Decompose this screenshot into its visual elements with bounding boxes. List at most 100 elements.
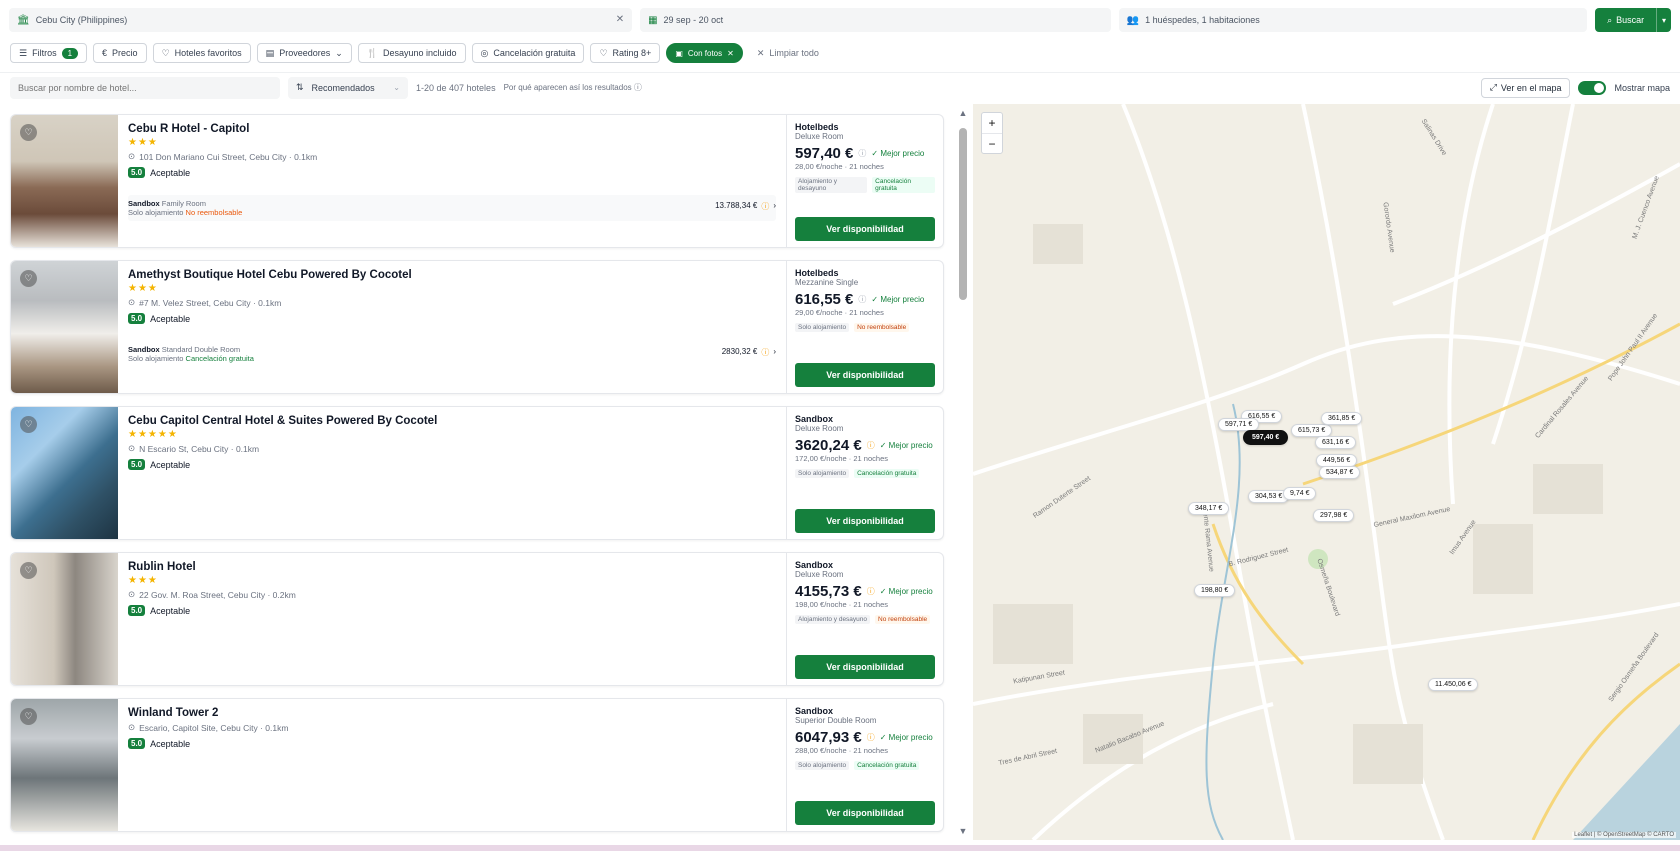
- why-results-link[interactable]: Por qué aparecen así los resultados ⓘ: [504, 82, 642, 93]
- location-pin-icon: ⊙: [128, 151, 136, 161]
- clear-all-label: Limpiar todo: [769, 48, 819, 58]
- hotel-photo[interactable]: ♡: [11, 553, 118, 685]
- hotel-name-search-input[interactable]: [10, 76, 280, 99]
- alt-room: Standard Double Room: [161, 345, 241, 354]
- hotel-photo[interactable]: ♡: [11, 261, 118, 393]
- location-pin-icon: ⊙: [128, 589, 136, 599]
- alternative-offer[interactable]: Sandbox Family Room Solo alojamiento No …: [128, 195, 776, 221]
- filters-button[interactable]: ☰ Filtros 1: [10, 43, 88, 63]
- favorites-filter-label: Hoteles favoritos: [174, 48, 242, 58]
- check-availability-button[interactable]: Ver disponibilidad: [795, 363, 935, 387]
- alternative-offer[interactable]: Sandbox Standard Double Room Solo alojam…: [128, 341, 776, 367]
- destination-value: Cebu City (Philippines): [35, 15, 128, 25]
- free-cancel-filter[interactable]: ◎ Cancelación gratuita: [471, 43, 585, 63]
- sort-icon: ⇅: [296, 82, 304, 92]
- hotel-name[interactable]: Cebu Capitol Central Hotel & Suites Powe…: [128, 415, 776, 427]
- clear-destination-icon[interactable]: ✕: [616, 14, 624, 25]
- check-availability-button[interactable]: Ver disponibilidad: [795, 217, 935, 241]
- with-photos-filter[interactable]: ▣ Con fotos ✕: [666, 43, 743, 63]
- providers-filter[interactable]: ▤ Proveedores ⌄: [256, 43, 352, 63]
- rating-text: Aceptable: [150, 313, 191, 324]
- score-badge: 5.0: [128, 459, 146, 470]
- best-price-label: ✓ Mejor precio: [871, 149, 925, 158]
- offer-room: Deluxe Room: [795, 132, 844, 141]
- best-price-label: ✓ Mejor precio: [879, 441, 933, 450]
- hotel-name[interactable]: Rublin Hotel: [128, 561, 776, 573]
- scroll-up-arrow-icon[interactable]: ▲: [957, 108, 969, 118]
- hotel-name[interactable]: Cebu R Hotel - Capitol: [128, 123, 776, 135]
- show-map-toggle[interactable]: [1578, 80, 1607, 95]
- info-icon: ⓘ: [866, 441, 875, 450]
- list-scrollbar-thumb[interactable]: [959, 128, 967, 300]
- offer-room: Deluxe Room: [795, 424, 844, 433]
- score-badge: 5.0: [128, 167, 146, 178]
- map-price-pin[interactable]: 534,87 €: [1319, 466, 1361, 479]
- price-filter[interactable]: € Precio: [93, 43, 147, 63]
- clear-all-button[interactable]: ✕ Limpiar todo: [748, 43, 827, 63]
- show-map-label: Mostrar mapa: [1614, 82, 1670, 93]
- providers-filter-label: Proveedores: [279, 48, 331, 58]
- favorites-filter[interactable]: ♡ Hoteles favoritos: [152, 43, 251, 63]
- hotel-photo[interactable]: ♡: [11, 115, 118, 247]
- rating-text: Aceptable: [150, 605, 191, 616]
- sort-select[interactable]: ⇅ Recomendados ⌄: [288, 76, 408, 99]
- map-price-pin[interactable]: 631,16 €: [1315, 436, 1357, 449]
- guests-field[interactable]: 👥 1 huéspedes, 1 habitaciones: [1118, 8, 1588, 32]
- best-offer: Sandbox Deluxe Room 3620,24 € ⓘ ✓ Mejor pr…: [786, 407, 943, 539]
- hotel-photo[interactable]: ♡: [11, 699, 118, 831]
- window-bottom-bar: [0, 845, 1680, 851]
- close-icon[interactable]: ✕: [727, 49, 734, 58]
- hotel-card: ♡ Winland Tower 2 ⊙ Escario, Capitol Site…: [10, 698, 944, 832]
- map-price-pin[interactable]: 11.450,06 €: [1428, 678, 1479, 691]
- map-price-pin[interactable]: 198,80 €: [1194, 584, 1236, 597]
- favorite-heart-icon[interactable]: ♡: [20, 124, 37, 141]
- best-offer: Hotelbeds Deluxe Room 597,40 € ⓘ ✓ Mejor p…: [786, 115, 943, 247]
- hotel-photo[interactable]: ♡: [11, 407, 118, 539]
- search-button[interactable]: ⌕ Buscar ▾: [1595, 8, 1672, 32]
- favorite-heart-icon[interactable]: ♡: [20, 562, 37, 579]
- map-price-pin-selected[interactable]: 597,40 €: [1243, 430, 1289, 445]
- free-cancel-filter-label: Cancelación gratuita: [493, 48, 576, 58]
- board-tag: Solo alojamiento: [795, 323, 850, 332]
- breakfast-filter[interactable]: 🍴 Desayuno incluido: [357, 43, 466, 63]
- check-availability-button[interactable]: Ver disponibilidad: [795, 509, 935, 533]
- offer-room: Deluxe Room: [795, 570, 844, 579]
- chevron-down-icon[interactable]: ▾: [1657, 16, 1671, 25]
- view-on-map-label: Ver en el mapa: [1500, 82, 1562, 93]
- zoom-in-button[interactable]: +: [982, 113, 1002, 133]
- check-availability-button[interactable]: Ver disponibilidad: [795, 655, 935, 679]
- hotel-name[interactable]: Amethyst Boutique Hotel Cebu Powered By …: [128, 269, 776, 281]
- policy-tag: Cancelación gratuita: [872, 177, 935, 193]
- sort-value: Recomendados: [311, 82, 375, 93]
- offer-room: Superior Double Room: [795, 716, 877, 725]
- favorite-heart-icon[interactable]: ♡: [20, 708, 37, 725]
- filter-bar: ☰ Filtros 1 € Precio ♡ Hoteles favoritos…: [0, 40, 1680, 66]
- rating-filter[interactable]: ♡ Rating 8+: [590, 43, 661, 63]
- best-price-label: ✓ Mejor precio: [871, 295, 925, 304]
- view-on-map-button[interactable]: ⤢ Ver en el mapa: [1480, 77, 1571, 98]
- hotel-stars: ★★★★★: [128, 429, 178, 440]
- hotel-stars: ★★★: [128, 283, 158, 294]
- map-price-pin[interactable]: 348,17 €: [1188, 502, 1230, 515]
- check-availability-button[interactable]: Ver disponibilidad: [795, 801, 935, 825]
- destination-field[interactable]: 🏛 Cebu City (Philippines) ✕: [9, 8, 633, 32]
- sliders-icon: ☰: [19, 47, 28, 58]
- map-price-pin[interactable]: 9,74 €: [1283, 487, 1317, 500]
- scroll-down-arrow-icon[interactable]: ▼: [957, 826, 969, 836]
- breakfast-filter-label: Desayuno incluido: [382, 48, 457, 58]
- zoom-out-button[interactable]: −: [982, 133, 1002, 153]
- offer-price: 616,55 €: [795, 291, 854, 308]
- best-price-label: ✓ Mejor precio: [879, 733, 933, 742]
- info-icon: ⓘ: [866, 587, 875, 596]
- favorite-heart-icon[interactable]: ♡: [20, 270, 37, 287]
- dates-field[interactable]: ▦ 29 sep - 20 oct: [640, 8, 1111, 32]
- euro-icon: €: [102, 48, 108, 58]
- with-photos-filter-label: Con fotos: [687, 48, 723, 58]
- map-view[interactable]: + − Salinas Drive Ramon Duterte Street G…: [973, 104, 1680, 840]
- favorite-heart-icon[interactable]: ♡: [20, 416, 37, 433]
- map-price-pin[interactable]: 297,98 €: [1313, 509, 1355, 522]
- alt-policy: No reembolsable: [185, 208, 243, 217]
- map-attribution[interactable]: Leaflet | © OpenStreetMap © CARTO: [1572, 832, 1676, 838]
- hotel-name[interactable]: Winland Tower 2: [128, 707, 776, 719]
- map-price-pin[interactable]: 361,85 €: [1321, 412, 1363, 425]
